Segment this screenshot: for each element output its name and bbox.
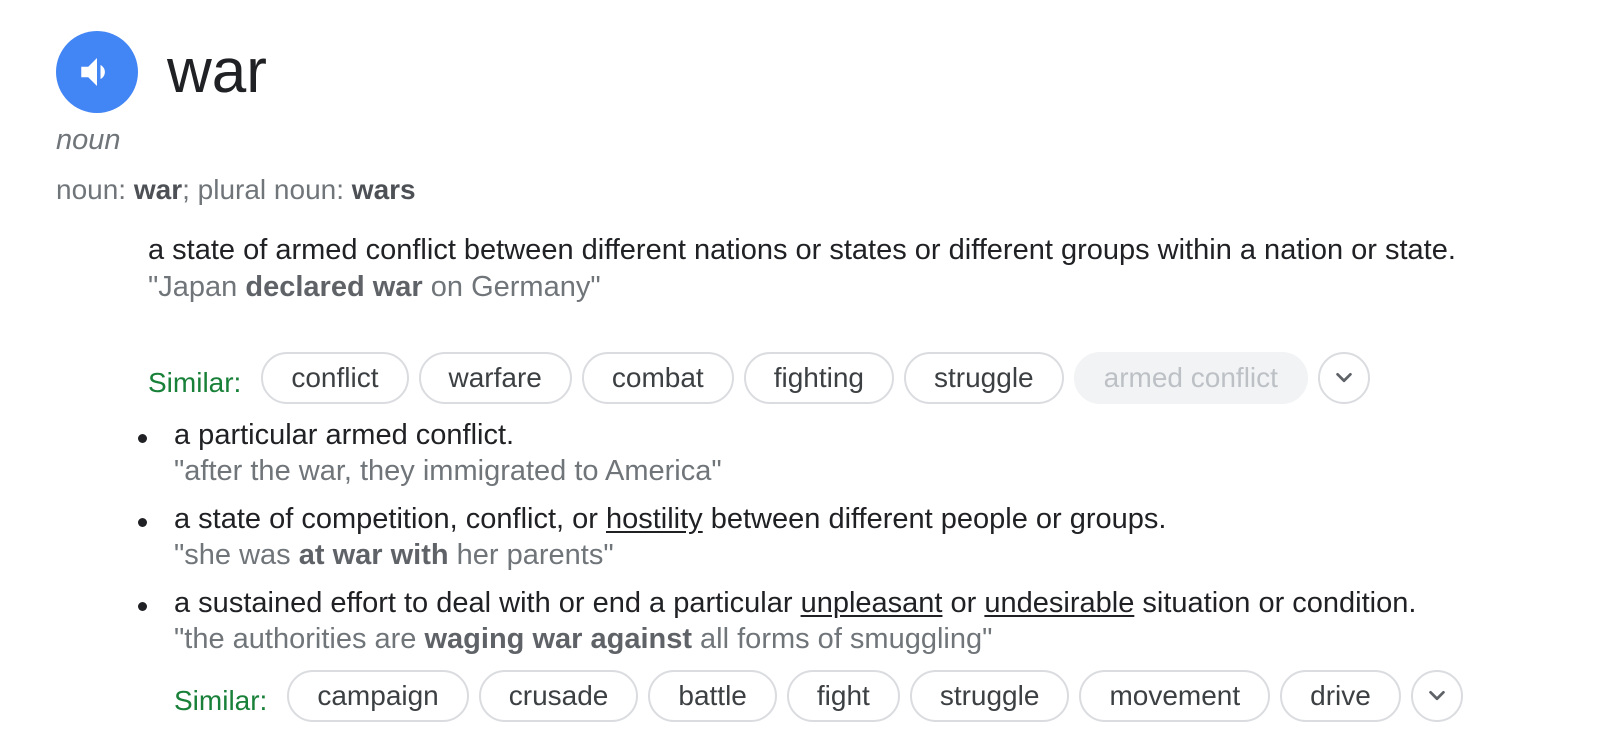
sub-definition-example: "the authorities are waging war against … <box>174 623 993 655</box>
sub-definition-example: "she was at war with her parents" <box>174 539 614 571</box>
similar-chip-fight[interactable]: fight <box>786 670 900 722</box>
sub-definitions-list: a particular armed conflict. "after the … <box>138 418 1578 670</box>
main-definition-example: "Japan declared war on Germany" <box>148 271 601 303</box>
word-link-hostility[interactable]: hostility <box>606 503 703 535</box>
word-link-unpleasant[interactable]: unpleasant <box>801 587 943 619</box>
main-definition: a state of armed conflict between differ… <box>148 232 1568 305</box>
similar-chip-struggle[interactable]: struggle <box>904 352 1064 404</box>
main-definition-text: a state of armed conflict between differ… <box>148 234 1456 266</box>
part-of-speech: noun <box>56 124 121 156</box>
sub-definition-example: "after the war, they immigrated to Ameri… <box>174 455 722 487</box>
expand-similar-button[interactable] <box>1410 670 1463 722</box>
sub-definition: a state of competition, conflict, or hos… <box>138 502 1578 573</box>
similar-label: Similar: <box>148 367 242 398</box>
noun-label: noun <box>56 174 119 205</box>
expand-similar-button[interactable] <box>1317 352 1370 404</box>
similar-words-row-bottom: Similar: campaign crusade battle fight s… <box>174 670 1463 722</box>
chevron-down-icon <box>1429 690 1445 701</box>
similar-chip-fighting[interactable]: fighting <box>743 352 894 404</box>
similar-chip-campaign[interactable]: campaign <box>287 670 469 722</box>
similar-chip-armed-conflict: armed conflict <box>1073 352 1308 404</box>
similar-chip-warfare[interactable]: warfare <box>418 352 572 404</box>
similar-words-row: Similar: conflict warfare combat fightin… <box>148 352 1370 404</box>
speaker-icon <box>81 58 105 86</box>
sub-definition: a sustained effort to deal with or end a… <box>138 586 1578 657</box>
similar-chip-movement[interactable]: movement <box>1079 670 1271 722</box>
sub-definition-text: a state of competition, conflict, or hos… <box>174 503 1167 535</box>
chevron-down-icon <box>1336 372 1352 383</box>
word-forms: noun: war; plural noun: wars <box>56 174 416 205</box>
similar-chip-conflict[interactable]: conflict <box>261 352 409 404</box>
similar-chip-battle[interactable]: battle <box>648 670 777 722</box>
bullet <box>138 434 147 443</box>
similar-chip-drive[interactable]: drive <box>1280 670 1401 722</box>
pronunciation-button[interactable] <box>56 31 138 113</box>
similar-chip-combat[interactable]: combat <box>581 352 734 404</box>
similar-chip-crusade[interactable]: crusade <box>478 670 639 722</box>
similar-chip-struggle[interactable]: struggle <box>909 670 1070 722</box>
sub-definition-text: a sustained effort to deal with or end a… <box>174 587 1417 619</box>
plural-label: plural noun <box>197 174 337 205</box>
headword: war <box>167 37 267 106</box>
bullet <box>138 518 147 527</box>
word-link-undesirable[interactable]: undesirable <box>984 587 1134 619</box>
sub-definition-text: a particular armed conflict. <box>174 419 515 451</box>
plural-form: wars <box>351 174 416 205</box>
sub-definition: a particular armed conflict. "after the … <box>138 418 1578 489</box>
bullet <box>138 602 147 611</box>
noun-form: war <box>133 174 183 205</box>
similar-label: Similar: <box>174 685 268 716</box>
